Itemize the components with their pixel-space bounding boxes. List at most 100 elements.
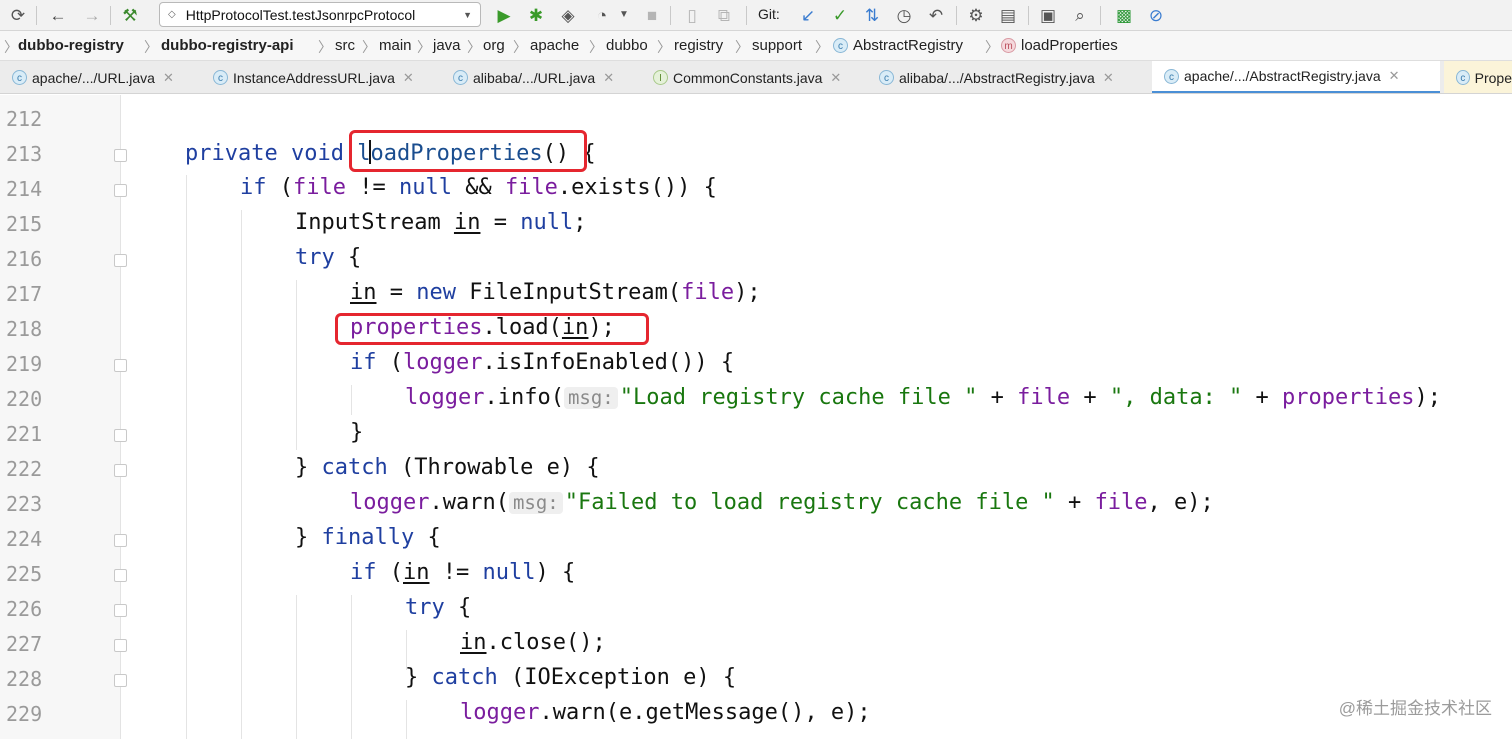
line-number: 214 bbox=[6, 177, 43, 201]
breadcrumb-item[interactable]: dubbo-registry-api bbox=[161, 37, 294, 54]
code-token: != bbox=[429, 560, 483, 585]
close-icon[interactable]: ✕ bbox=[1389, 68, 1400, 84]
tab-label: CommonConstants.java bbox=[673, 69, 823, 86]
project-structure-icon[interactable]: ▤ bbox=[996, 4, 1020, 26]
breadcrumb-separator: 〉 bbox=[815, 39, 829, 55]
run-icon[interactable]: ▶ bbox=[492, 4, 516, 26]
line-number: 226 bbox=[6, 597, 43, 621]
tab-abstract-registry-apache[interactable]: c apache/.../AbstractRegistry.java ✕ bbox=[1152, 61, 1440, 93]
disable-circle-icon[interactable]: ⊘ bbox=[1144, 4, 1168, 26]
close-icon[interactable]: ✕ bbox=[163, 70, 174, 86]
coverage-icon[interactable]: ◈ bbox=[556, 4, 580, 26]
deploy-icon[interactable]: ⧉ bbox=[712, 4, 736, 26]
class-icon: c bbox=[1456, 70, 1470, 85]
indent-guide bbox=[296, 280, 297, 450]
fold-marker-icon[interactable] bbox=[114, 429, 127, 442]
tab-properties[interactable]: c Prope bbox=[1444, 61, 1512, 93]
debug-icon[interactable]: ✱ bbox=[524, 4, 548, 26]
tab-url-alibaba[interactable]: c alibaba/.../URL.java ✕ bbox=[441, 61, 646, 93]
terminal-window-icon[interactable]: ▣ bbox=[1036, 4, 1060, 26]
breadcrumb-item-class[interactable]: c AbstractRegistry bbox=[833, 37, 963, 54]
fold-marker-icon[interactable] bbox=[114, 359, 127, 372]
tab-instance-address-url[interactable]: c InstanceAddressURL.java ✕ bbox=[201, 61, 446, 93]
fold-marker-icon[interactable] bbox=[114, 184, 127, 197]
indent-guide bbox=[241, 210, 242, 739]
breadcrumb-separator: 〉 bbox=[4, 39, 18, 55]
git-push-icon[interactable]: ⇅ bbox=[860, 4, 884, 26]
chevron-down-icon: ▼ bbox=[463, 10, 472, 20]
class-icon: c bbox=[833, 38, 848, 53]
code-token: + bbox=[1070, 385, 1110, 410]
rollback-icon[interactable]: ↶ bbox=[924, 4, 948, 26]
search-icon[interactable]: ⌕ bbox=[1068, 4, 1092, 26]
main-toolbar: ⟳ ← → ⚒ ◇ HttpProtocolTest.testJsonrpcPr… bbox=[0, 0, 1512, 31]
profile-icon[interactable]: ◔ bbox=[590, 4, 614, 26]
indent-guide bbox=[186, 175, 187, 739]
run-configuration-selector[interactable]: ◇ HttpProtocolTest.testJsonrpcProtocol ▼ bbox=[159, 2, 481, 27]
git-commit-icon[interactable]: ✓ bbox=[828, 4, 852, 26]
breadcrumb-item[interactable]: src bbox=[335, 37, 355, 54]
breadcrumb-item[interactable]: dubbo bbox=[606, 37, 648, 54]
fold-marker-icon[interactable] bbox=[114, 674, 127, 687]
keyword: finally bbox=[321, 525, 415, 550]
device-icon[interactable]: ▯ bbox=[680, 4, 704, 26]
fold-marker-icon[interactable] bbox=[114, 534, 127, 547]
toolbar-separator bbox=[1100, 6, 1101, 25]
fold-marker-icon[interactable] bbox=[114, 464, 127, 477]
breadcrumb-item[interactable]: org bbox=[483, 37, 505, 54]
fold-marker-icon[interactable] bbox=[114, 254, 127, 267]
tab-url-apache[interactable]: c apache/.../URL.java ✕ bbox=[0, 61, 200, 93]
breadcrumb-item[interactable]: main bbox=[379, 37, 412, 54]
variable-token: in bbox=[460, 630, 487, 655]
history-icon[interactable]: ◷ bbox=[892, 4, 916, 26]
close-icon[interactable]: ✕ bbox=[603, 70, 614, 86]
code-token: .info( bbox=[484, 385, 564, 410]
breadcrumb-item[interactable]: java bbox=[433, 37, 461, 54]
indent-guide bbox=[296, 595, 297, 739]
class-icon: c bbox=[12, 70, 27, 85]
chevron-down-icon[interactable]: ▼ bbox=[612, 4, 636, 26]
metrics-chart-icon[interactable]: ▩ bbox=[1112, 4, 1136, 26]
git-update-icon[interactable]: ↙ bbox=[796, 4, 820, 26]
sync-icon[interactable]: ⟳ bbox=[6, 4, 30, 26]
build-hammer-icon[interactable]: ⚒ bbox=[118, 4, 142, 26]
code-token: { bbox=[414, 525, 441, 550]
tab-common-constants[interactable]: I CommonConstants.java ✕ bbox=[641, 61, 873, 93]
code-token: { bbox=[334, 245, 362, 270]
line-number: 225 bbox=[6, 562, 43, 586]
fold-marker-icon[interactable] bbox=[114, 149, 127, 162]
close-icon[interactable]: ✕ bbox=[830, 70, 841, 86]
close-icon[interactable]: ✕ bbox=[1103, 70, 1114, 86]
code-token: = bbox=[376, 280, 417, 305]
breadcrumb-item[interactable]: apache bbox=[530, 37, 579, 54]
code-editor[interactable]: 212 213 214 215 216 217 218 219 220 221 … bbox=[0, 95, 1512, 739]
tab-abstract-registry-alibaba[interactable]: c alibaba/.../AbstractRegistry.java ✕ bbox=[867, 61, 1150, 93]
fold-marker-icon[interactable] bbox=[114, 569, 127, 582]
breadcrumb-separator: 〉 bbox=[467, 39, 481, 55]
highlight-box-properties-load bbox=[335, 313, 649, 345]
breadcrumb-item[interactable]: registry bbox=[674, 37, 723, 54]
code-line: try { bbox=[405, 595, 471, 620]
variable-token: in bbox=[403, 560, 430, 585]
keyword: null bbox=[482, 560, 536, 585]
toolbar-separator bbox=[110, 6, 111, 25]
breadcrumb-item-method[interactable]: m loadProperties bbox=[1001, 37, 1118, 54]
code-token: ) { bbox=[535, 560, 576, 585]
wrench-settings-icon[interactable]: ⚙ bbox=[964, 4, 988, 26]
fold-marker-icon[interactable] bbox=[114, 604, 127, 617]
forward-icon[interactable]: → bbox=[80, 4, 104, 26]
code-token: != bbox=[345, 175, 399, 200]
field-token: logger bbox=[405, 385, 485, 410]
tab-label: apache/.../URL.java bbox=[32, 69, 155, 86]
breadcrumb-item[interactable]: dubbo-registry bbox=[18, 37, 124, 54]
keyword: catch bbox=[321, 455, 388, 480]
close-icon[interactable]: ✕ bbox=[403, 70, 414, 86]
breadcrumb-item[interactable]: support bbox=[752, 37, 802, 54]
back-icon[interactable]: ← bbox=[46, 4, 70, 26]
code-token: .warn( bbox=[429, 490, 509, 515]
toolbar-separator bbox=[36, 6, 37, 25]
stop-icon[interactable]: ■ bbox=[640, 4, 664, 26]
line-number: 223 bbox=[6, 492, 43, 516]
interface-icon: I bbox=[653, 70, 668, 85]
fold-marker-icon[interactable] bbox=[114, 639, 127, 652]
